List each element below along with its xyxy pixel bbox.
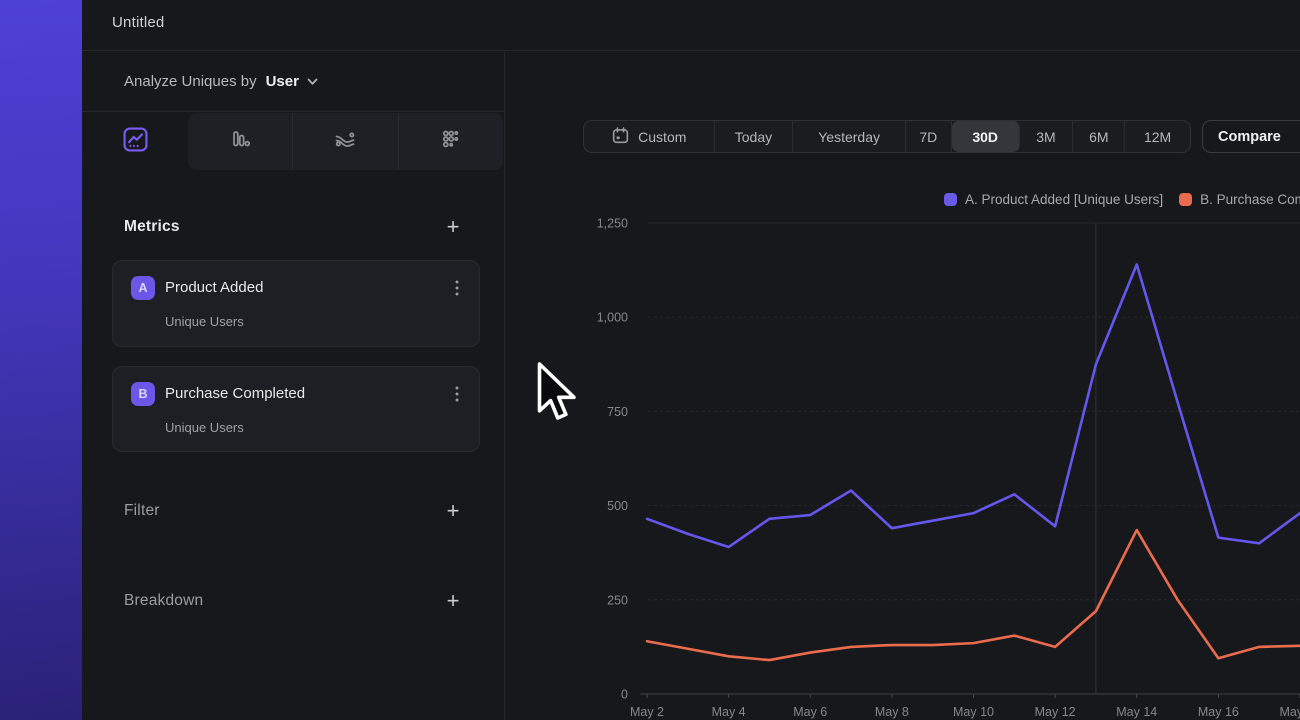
range-custom[interactable]: Custom: [584, 121, 715, 152]
range-12m[interactable]: 12M: [1125, 121, 1190, 152]
svg-text:500: 500: [607, 499, 628, 513]
range-label: 3M: [1036, 129, 1055, 145]
metrics-heading: Metrics: [124, 218, 180, 236]
svg-text:750: 750: [607, 405, 628, 419]
range-label: 12M: [1144, 129, 1171, 145]
analyze-uniques-row: Analyze Uniques by User: [82, 52, 505, 112]
range-label: Custom: [638, 129, 686, 145]
analyze-value-dropdown[interactable]: User: [266, 73, 299, 90]
svg-text:May 16: May 16: [1198, 705, 1239, 719]
range-yesterday[interactable]: Yesterday: [793, 121, 906, 152]
line-chart-icon: [123, 127, 148, 157]
legend-swatch-a: [944, 193, 957, 206]
metric-name: Product Added: [165, 276, 263, 300]
svg-text:May 4: May 4: [712, 705, 746, 719]
metrics-section-header: Metrics +: [124, 212, 464, 242]
breakdown-section-header: Breakdown +: [124, 586, 464, 616]
report-title[interactable]: Untitled: [112, 14, 164, 31]
svg-text:1,000: 1,000: [597, 311, 628, 325]
legend-item-a: A. Product Added [Unique Users]: [944, 192, 1163, 207]
legend-label-b: B. Purchase Completed [Unique Users]: [1200, 192, 1300, 207]
svg-text:May 18: May 18: [1280, 705, 1300, 719]
date-range-segmented-control: Custom Today Yesterday 7D 30D 3M 6M 12M: [583, 120, 1191, 153]
chart-type-tab-group: [188, 113, 503, 170]
mouse-cursor-icon: [535, 360, 577, 433]
compare-label: Compare: [1218, 129, 1281, 145]
svg-text:May 2: May 2: [630, 705, 664, 719]
legend-item-b: B. Purchase Completed [Unique Users]: [1179, 192, 1300, 207]
top-bar: Untitled: [82, 0, 1300, 51]
metric-card-product-added[interactable]: A Product Added Unique Users: [112, 260, 480, 347]
svg-text:May 6: May 6: [793, 705, 827, 719]
range-6m[interactable]: 6M: [1073, 121, 1125, 152]
add-filter-button[interactable]: +: [442, 501, 464, 521]
svg-text:May 12: May 12: [1035, 705, 1076, 719]
chart-type-tabs: [82, 112, 505, 171]
filter-section-header: Filter +: [124, 496, 464, 526]
analyze-label: Analyze Uniques by: [124, 73, 257, 90]
range-label: 7D: [919, 129, 937, 145]
svg-text:May 14: May 14: [1116, 705, 1157, 719]
tab-flow-chart[interactable]: [293, 113, 398, 170]
metric-measure[interactable]: Unique Users: [165, 419, 244, 437]
range-7d[interactable]: 7D: [906, 121, 952, 152]
range-today[interactable]: Today: [715, 121, 794, 152]
range-30d-selected[interactable]: 30D: [952, 121, 1020, 152]
metric-measure[interactable]: Unique Users: [165, 313, 244, 331]
add-breakdown-button[interactable]: +: [442, 591, 464, 611]
flow-chart-icon: [333, 127, 357, 156]
legend-label-a: A. Product Added [Unique Users]: [965, 192, 1163, 207]
compare-button[interactable]: Compare: [1202, 120, 1300, 153]
breakdown-heading: Breakdown: [124, 592, 203, 610]
add-metric-button[interactable]: +: [442, 217, 464, 237]
grid-dots-icon: [439, 127, 463, 156]
left-gradient-background: [0, 0, 82, 720]
kebab-menu-icon[interactable]: [455, 280, 459, 301]
range-label: 6M: [1089, 129, 1108, 145]
metric-badge-b: B: [131, 382, 155, 406]
query-builder-sidebar: Analyze Uniques by User: [82, 52, 505, 720]
svg-text:250: 250: [607, 593, 628, 607]
chart-legend: A. Product Added [Unique Users] B. Purch…: [944, 190, 1300, 208]
metric-card-purchase-completed[interactable]: B Purchase Completed Unique Users: [112, 366, 480, 452]
svg-text:1,250: 1,250: [597, 217, 628, 231]
svg-text:May 8: May 8: [875, 705, 909, 719]
analytics-app-window: Untitled Analyze Uniques by User: [0, 0, 1300, 720]
metric-badge-a: A: [131, 276, 155, 300]
chevron-down-icon: [307, 78, 318, 86]
legend-swatch-b: [1179, 193, 1192, 206]
svg-text:May 10: May 10: [953, 705, 994, 719]
filter-heading: Filter: [124, 502, 160, 520]
calendar-icon: [611, 126, 630, 148]
range-label: 30D: [972, 129, 998, 145]
tab-grid-dots[interactable]: [399, 113, 503, 170]
range-label: Today: [735, 129, 772, 145]
tab-line-chart[interactable]: [82, 112, 188, 171]
range-3m[interactable]: 3M: [1020, 121, 1074, 152]
kebab-menu-icon[interactable]: [455, 386, 459, 407]
range-label: Yesterday: [818, 129, 880, 145]
metric-name: Purchase Completed: [165, 382, 305, 406]
tab-bar-chart[interactable]: [188, 113, 293, 170]
svg-text:0: 0: [621, 688, 628, 702]
bar-chart-icon: [228, 127, 252, 156]
